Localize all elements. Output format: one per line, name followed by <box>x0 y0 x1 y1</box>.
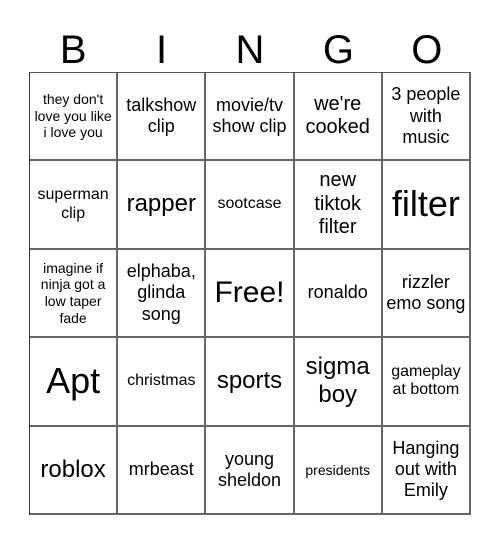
cell-text: rizzler emo song <box>386 271 466 313</box>
bingo-cell[interactable]: rapper <box>118 161 207 250</box>
bingo-cell[interactable]: sports <box>206 338 295 427</box>
bingo-cell[interactable]: Apt <box>30 338 119 427</box>
bingo-cell[interactable]: imagine if ninja got a low taper fade <box>30 249 119 339</box>
cell-text: new tiktok filter <box>314 169 362 239</box>
bingo-cell[interactable]: new tiktok filter <box>294 161 383 250</box>
bingo-cell[interactable]: ronaldo <box>294 249 383 339</box>
cell-text: elphaba, glinda song <box>126 261 196 324</box>
cell-text: we're cooked <box>305 92 370 139</box>
cell-text: ronaldo <box>307 282 368 303</box>
header-letter-i: I <box>156 28 168 72</box>
cell-text: rapper <box>126 190 196 218</box>
cell-text: Hanging out with Emily <box>392 437 460 501</box>
cell-text: christmas <box>127 371 196 389</box>
free-space-cell[interactable]: Free! <box>206 249 295 339</box>
cell-text: presidents <box>305 461 370 478</box>
cell-text: young sheldon <box>217 448 282 490</box>
cell-text: talkshow clip <box>126 94 197 137</box>
cell-text: sports <box>216 367 283 395</box>
cell-text: gameplay at bottom <box>391 362 461 399</box>
cell-text: they don't love you like i love you <box>34 91 112 141</box>
bingo-cell[interactable]: rizzler emo song <box>382 249 471 339</box>
bingo-cell[interactable]: roblox <box>30 426 119 515</box>
cell-text: sootcase <box>217 195 282 213</box>
bingo-cell[interactable]: movie/tv show clip <box>206 73 295 162</box>
cell-text: imagine if ninja got a low taper fade <box>40 259 106 326</box>
bingo-cell[interactable]: elphaba, glinda song <box>118 249 207 339</box>
cell-text: filter <box>391 183 460 225</box>
bingo-cell[interactable]: gameplay at bottom <box>382 338 471 427</box>
header-letter-o: O <box>411 28 443 72</box>
bingo-cell[interactable]: 3 people with music <box>382 73 471 162</box>
bingo-cell[interactable]: presidents <box>294 426 383 515</box>
cell-text: Apt <box>46 360 101 402</box>
cell-text: sigma boy <box>305 353 370 409</box>
bingo-cell[interactable]: we're cooked <box>294 73 383 162</box>
cell-text: Free! <box>214 276 285 310</box>
header-letter-n: N <box>235 28 265 72</box>
cell-text: mrbeast <box>128 459 194 480</box>
bingo-cell[interactable]: talkshow clip <box>118 73 207 162</box>
bingo-cell[interactable]: mrbeast <box>118 426 207 515</box>
bingo-card-grid: they don't love you like i love you talk… <box>29 72 471 515</box>
bingo-cell[interactable]: sootcase <box>206 161 295 250</box>
cell-text: roblox <box>40 455 106 483</box>
header-letter-b: B <box>59 28 87 72</box>
cell-text: 3 people with music <box>391 84 461 147</box>
bingo-cell[interactable]: filter <box>382 161 471 250</box>
cell-text: superman clip <box>37 185 109 222</box>
bingo-cell[interactable]: they don't love you like i love you <box>30 73 119 162</box>
bingo-cell[interactable]: Hanging out with Emily <box>382 426 471 515</box>
bingo-cell[interactable]: sigma boy <box>294 338 383 427</box>
bingo-cell[interactable]: christmas <box>118 338 207 427</box>
cell-text: movie/tv show clip <box>212 94 287 137</box>
bingo-header: B I N G O <box>29 28 471 72</box>
bingo-cell[interactable]: young sheldon <box>206 426 295 515</box>
header-letter-g: G <box>322 28 354 72</box>
bingo-cell[interactable]: superman clip <box>30 161 119 250</box>
